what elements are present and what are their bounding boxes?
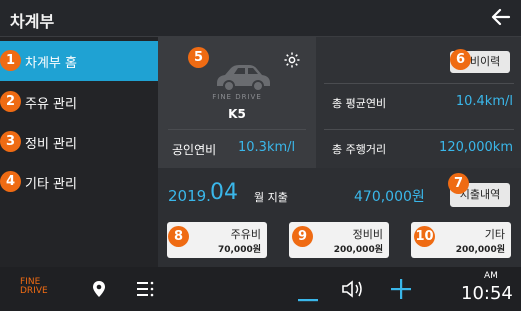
car-panel: 5 FINE DRIVE K5 공인연비 10.3km/l xyxy=(158,37,316,168)
category-amount: 70,000원 xyxy=(217,245,261,255)
sidebar-item-label: 정비 관리 xyxy=(25,137,77,152)
expense-suffix: 월 지출 xyxy=(254,191,288,204)
category-amount: 200,000원 xyxy=(333,245,383,255)
divider xyxy=(168,129,306,130)
sidebar-item-label: 차계부 홈 xyxy=(25,56,77,71)
stats-panel: 정비이력 6 총 평균연비 10.4km/l 총 주행거리 120,000km xyxy=(316,37,521,168)
main-content: 5 FINE DRIVE K5 공인연비 10.3km/l 정비이력 6 총 평… xyxy=(158,37,521,267)
callout-badge: 5 xyxy=(188,47,209,68)
volume-up-icon[interactable] xyxy=(391,279,411,303)
callout-badge: 6 xyxy=(450,49,471,70)
callout-badge: 8 xyxy=(168,226,189,247)
category-amount: 200,000원 xyxy=(455,245,505,255)
speaker-icon[interactable] xyxy=(341,279,365,303)
sidebar-item-label: 주유 관리 xyxy=(25,97,77,112)
sidebar-item-maintenance[interactable]: 3 정비 관리 xyxy=(0,122,158,162)
sidebar-item-fuel[interactable]: 2 주유 관리 xyxy=(0,82,158,122)
expense-year: 2019. xyxy=(168,187,211,205)
total-distance-value: 120,000km xyxy=(439,140,513,155)
clock-ampm: AM xyxy=(484,271,498,281)
car-icon xyxy=(213,61,273,97)
sidebar-item-label: 기타 관리 xyxy=(25,177,77,192)
volume-down-icon[interactable] xyxy=(298,287,318,306)
sidebar-item-other[interactable]: 4 기타 관리 xyxy=(0,162,158,202)
expense-month: 04 xyxy=(210,180,238,205)
avg-mileage-value: 10.4km/l xyxy=(455,94,513,109)
app-title: 차계부 xyxy=(10,12,55,31)
callout-badge: 4 xyxy=(0,171,21,192)
sidebar: 1 차계부 홈 2 주유 관리 3 정비 관리 4 기타 관리 xyxy=(0,37,158,267)
menu-list-icon[interactable] xyxy=(137,281,155,301)
logo-bottom: DRIVE xyxy=(20,286,48,296)
official-mileage-label: 공인연비 xyxy=(172,143,217,157)
brand-label: FINE DRIVE xyxy=(212,93,262,101)
total-distance-label: 총 주행거리 xyxy=(332,143,387,156)
callout-badge: 9 xyxy=(292,226,313,247)
location-pin-icon[interactable] xyxy=(92,280,106,302)
callout-badge: 10 xyxy=(414,226,435,247)
back-arrow-icon[interactable] xyxy=(489,5,513,29)
category-name: 주유비 xyxy=(230,228,261,241)
callout-badge: 3 xyxy=(0,131,21,152)
callout-badge: 1 xyxy=(0,50,21,71)
bottom-bar: FINE DRIVE AM 10:54 xyxy=(0,267,521,311)
category-name: 정비비 xyxy=(352,228,383,241)
title-bar: 차계부 xyxy=(0,0,521,37)
divider xyxy=(324,129,514,130)
sidebar-item-home[interactable]: 1 차계부 홈 xyxy=(0,41,158,81)
divider xyxy=(324,83,514,84)
fine-drive-logo: FINE DRIVE xyxy=(20,278,48,296)
expense-total: 470,000원 xyxy=(354,189,425,205)
category-name: 기타 xyxy=(484,228,505,241)
callout-badge: 2 xyxy=(0,91,21,112)
gear-icon[interactable] xyxy=(283,51,301,73)
avg-mileage-label: 총 평균연비 xyxy=(332,97,387,110)
car-model: K5 xyxy=(228,107,246,121)
callout-badge: 7 xyxy=(448,173,469,194)
official-mileage-value: 10.3km/l xyxy=(238,140,296,155)
clock-time: 10:54 xyxy=(461,283,513,304)
